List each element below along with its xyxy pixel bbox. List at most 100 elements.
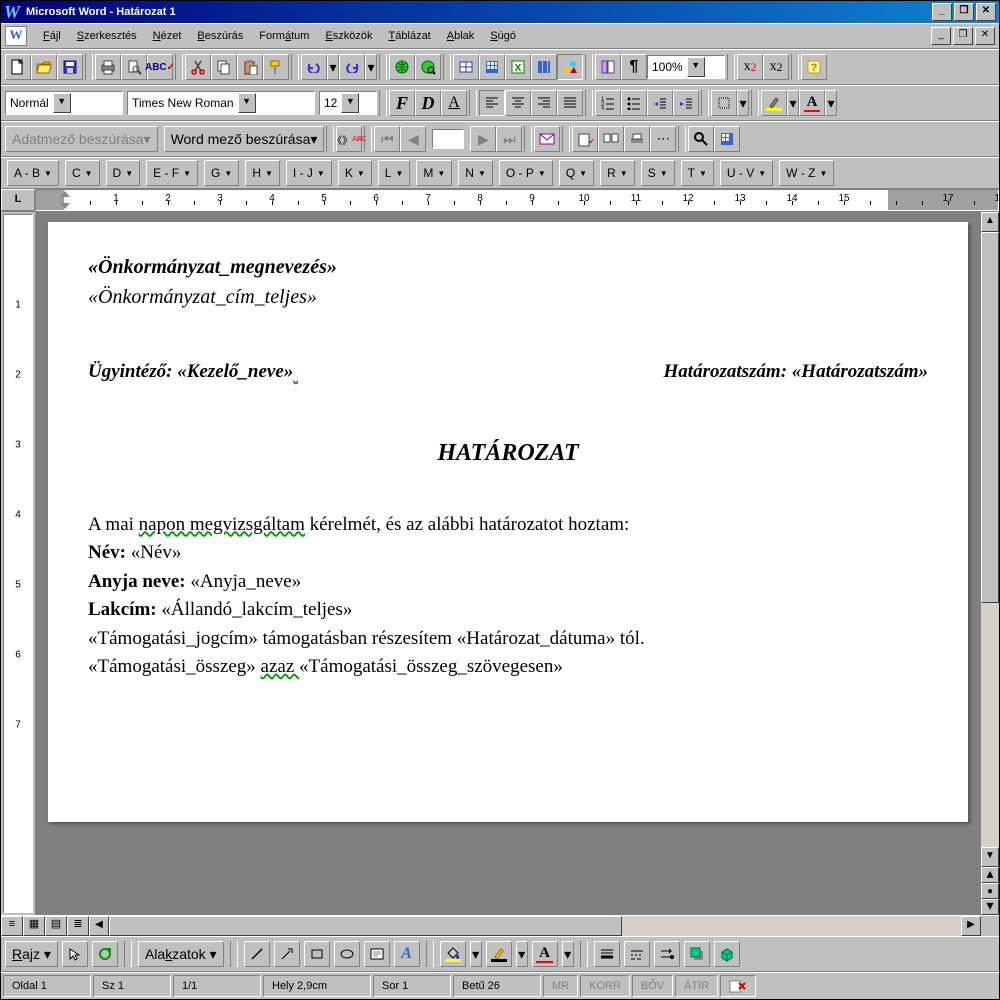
zoom-combo[interactable]: 100%▼ [647,55,725,79]
highlight-icon[interactable] [761,90,787,116]
minimize-button[interactable]: _ [932,3,952,21]
save-icon[interactable] [57,54,83,80]
menu-fajl[interactable]: FFájlájl [35,28,69,44]
new-document-icon[interactable] [5,54,31,80]
status-atir[interactable]: ÁTÍR [675,975,718,997]
scroll-right-button[interactable]: ▶ [961,916,981,936]
alpha-button-8[interactable]: L▼ [378,160,411,186]
web-layout-view-icon[interactable]: ▦ [23,916,45,936]
subscript-icon[interactable]: x2 [763,54,789,80]
page-scroll-area[interactable]: «Önkormányzat_megnevezés» «Önkormányzat_… [36,212,980,915]
line-style-icon[interactable] [594,941,620,967]
3d-icon[interactable] [714,941,740,967]
arrow-icon[interactable] [274,941,300,967]
scroll-down-button[interactable]: ▼ [981,847,999,867]
document-page[interactable]: «Önkormányzat_megnevezés» «Önkormányzat_… [48,222,968,822]
alpha-button-9[interactable]: M▼ [416,160,452,186]
bold-button[interactable]: F [389,90,415,116]
mailmerge-helper-icon[interactable] [534,126,560,152]
insert-table-icon[interactable] [479,54,505,80]
cut-icon[interactable] [185,54,211,80]
align-left-icon[interactable] [479,90,505,116]
next-page-button[interactable]: ▾ [981,899,999,915]
alpha-button-7[interactable]: K▼ [338,160,372,186]
undo-dropdown[interactable]: ▾ [327,54,339,80]
status-korr[interactable]: KORR [580,975,630,997]
alpha-button-3[interactable]: E - F▼ [146,160,198,186]
oval-icon[interactable] [334,941,360,967]
align-justify-icon[interactable] [557,90,583,116]
outline-view-icon[interactable]: ≣ [67,916,89,936]
merge-to-doc-icon[interactable] [598,126,624,152]
font-color-draw-icon[interactable]: A [532,941,558,967]
free-rotate-icon[interactable] [92,941,118,967]
alpha-button-4[interactable]: G▼ [204,160,239,186]
horizontal-scrollbar[interactable]: ◀ ▶ [89,916,981,936]
tab-selector[interactable]: L [1,189,35,211]
dash-style-icon[interactable] [624,941,650,967]
help-icon[interactable]: ? [801,54,827,80]
alpha-button-1[interactable]: C▼ [65,160,100,186]
paste-icon[interactable] [237,54,263,80]
menu-ablak[interactable]: Ablak [439,28,483,44]
normal-view-icon[interactable]: ≡ [1,916,23,936]
format-painter-icon[interactable] [263,54,289,80]
alpha-button-17[interactable]: W - Z▼ [779,160,834,186]
scroll-up-button[interactable]: ▲ [981,212,999,232]
menu-formatum[interactable]: Formátum [251,28,317,44]
check-errors-icon[interactable]: ✓ [572,126,598,152]
font-color-icon[interactable]: A [799,90,825,116]
alpha-button-11[interactable]: O - P▼ [499,160,553,186]
menu-beszuras[interactable]: Beszúrás [189,28,251,44]
excel-icon[interactable]: X [505,54,531,80]
undo-icon[interactable] [301,54,327,80]
fill-color-icon[interactable] [440,941,466,967]
view-merged-data-icon[interactable]: 《》ABC [336,126,362,152]
status-bov[interactable]: BŐV [632,975,673,997]
restore-button[interactable]: ❐ [954,3,974,21]
bulleted-list-icon[interactable] [621,90,647,116]
align-right-icon[interactable] [531,90,557,116]
vertical-scrollbar[interactable]: ▲ ▼ ▴ ● ▾ [980,212,999,915]
status-spellcheck-icon[interactable] [720,975,756,997]
mdi-minimize-button[interactable]: _ [931,27,951,45]
style-combo[interactable]: Normál▼ [5,91,123,115]
alpha-button-5[interactable]: H▼ [245,160,280,186]
mdi-close-button[interactable]: ✕ [975,27,995,45]
menu-nezet[interactable]: Nézet [145,28,190,44]
alpha-button-16[interactable]: U - V▼ [720,160,773,186]
page-layout-view-icon[interactable]: ▤ [45,916,67,936]
spellcheck-icon[interactable]: ABC✓ [147,54,173,80]
alpha-button-6[interactable]: I - J▼ [286,160,332,186]
print-preview-icon[interactable] [121,54,147,80]
alpha-button-12[interactable]: Q▼ [559,160,594,186]
rectangle-icon[interactable] [304,941,330,967]
font-combo[interactable]: Times New Roman▼ [127,91,315,115]
borders-icon[interactable] [711,90,737,116]
line-color-dropdown[interactable]: ▾ [516,941,528,967]
find-record-icon[interactable] [688,126,714,152]
close-button[interactable]: ✕ [976,3,996,21]
copy-icon[interactable] [211,54,237,80]
textbox-icon[interactable] [364,941,390,967]
align-center-icon[interactable] [505,90,531,116]
web-toolbar-icon[interactable] [415,54,441,80]
horizontal-ruler[interactable]: 1234567891011121314151718 [35,189,999,211]
alpha-button-10[interactable]: N▼ [458,160,493,186]
wordart-icon[interactable]: A [394,941,420,967]
menu-szerkesztes[interactable]: Szerkesztés [69,28,145,44]
prev-page-button[interactable]: ▴ [981,867,999,883]
record-number-field[interactable] [432,129,464,149]
merge-to-printer-icon[interactable] [624,126,650,152]
italic-button[interactable]: D [415,90,441,116]
borders-dropdown[interactable]: ▾ [737,90,749,116]
superscript-icon[interactable]: x2 [737,54,763,80]
decrease-indent-icon[interactable] [647,90,673,116]
shadow-icon[interactable] [684,941,710,967]
insert-word-field-button[interactable]: Word mező beszúrása ▾ [164,126,325,152]
font-size-combo[interactable]: 12▼ [319,91,377,115]
vertical-ruler[interactable]: 1234567 [3,214,33,913]
alpha-button-0[interactable]: A - B▼ [7,160,59,186]
tables-borders-icon[interactable] [453,54,479,80]
columns-icon[interactable] [531,54,557,80]
